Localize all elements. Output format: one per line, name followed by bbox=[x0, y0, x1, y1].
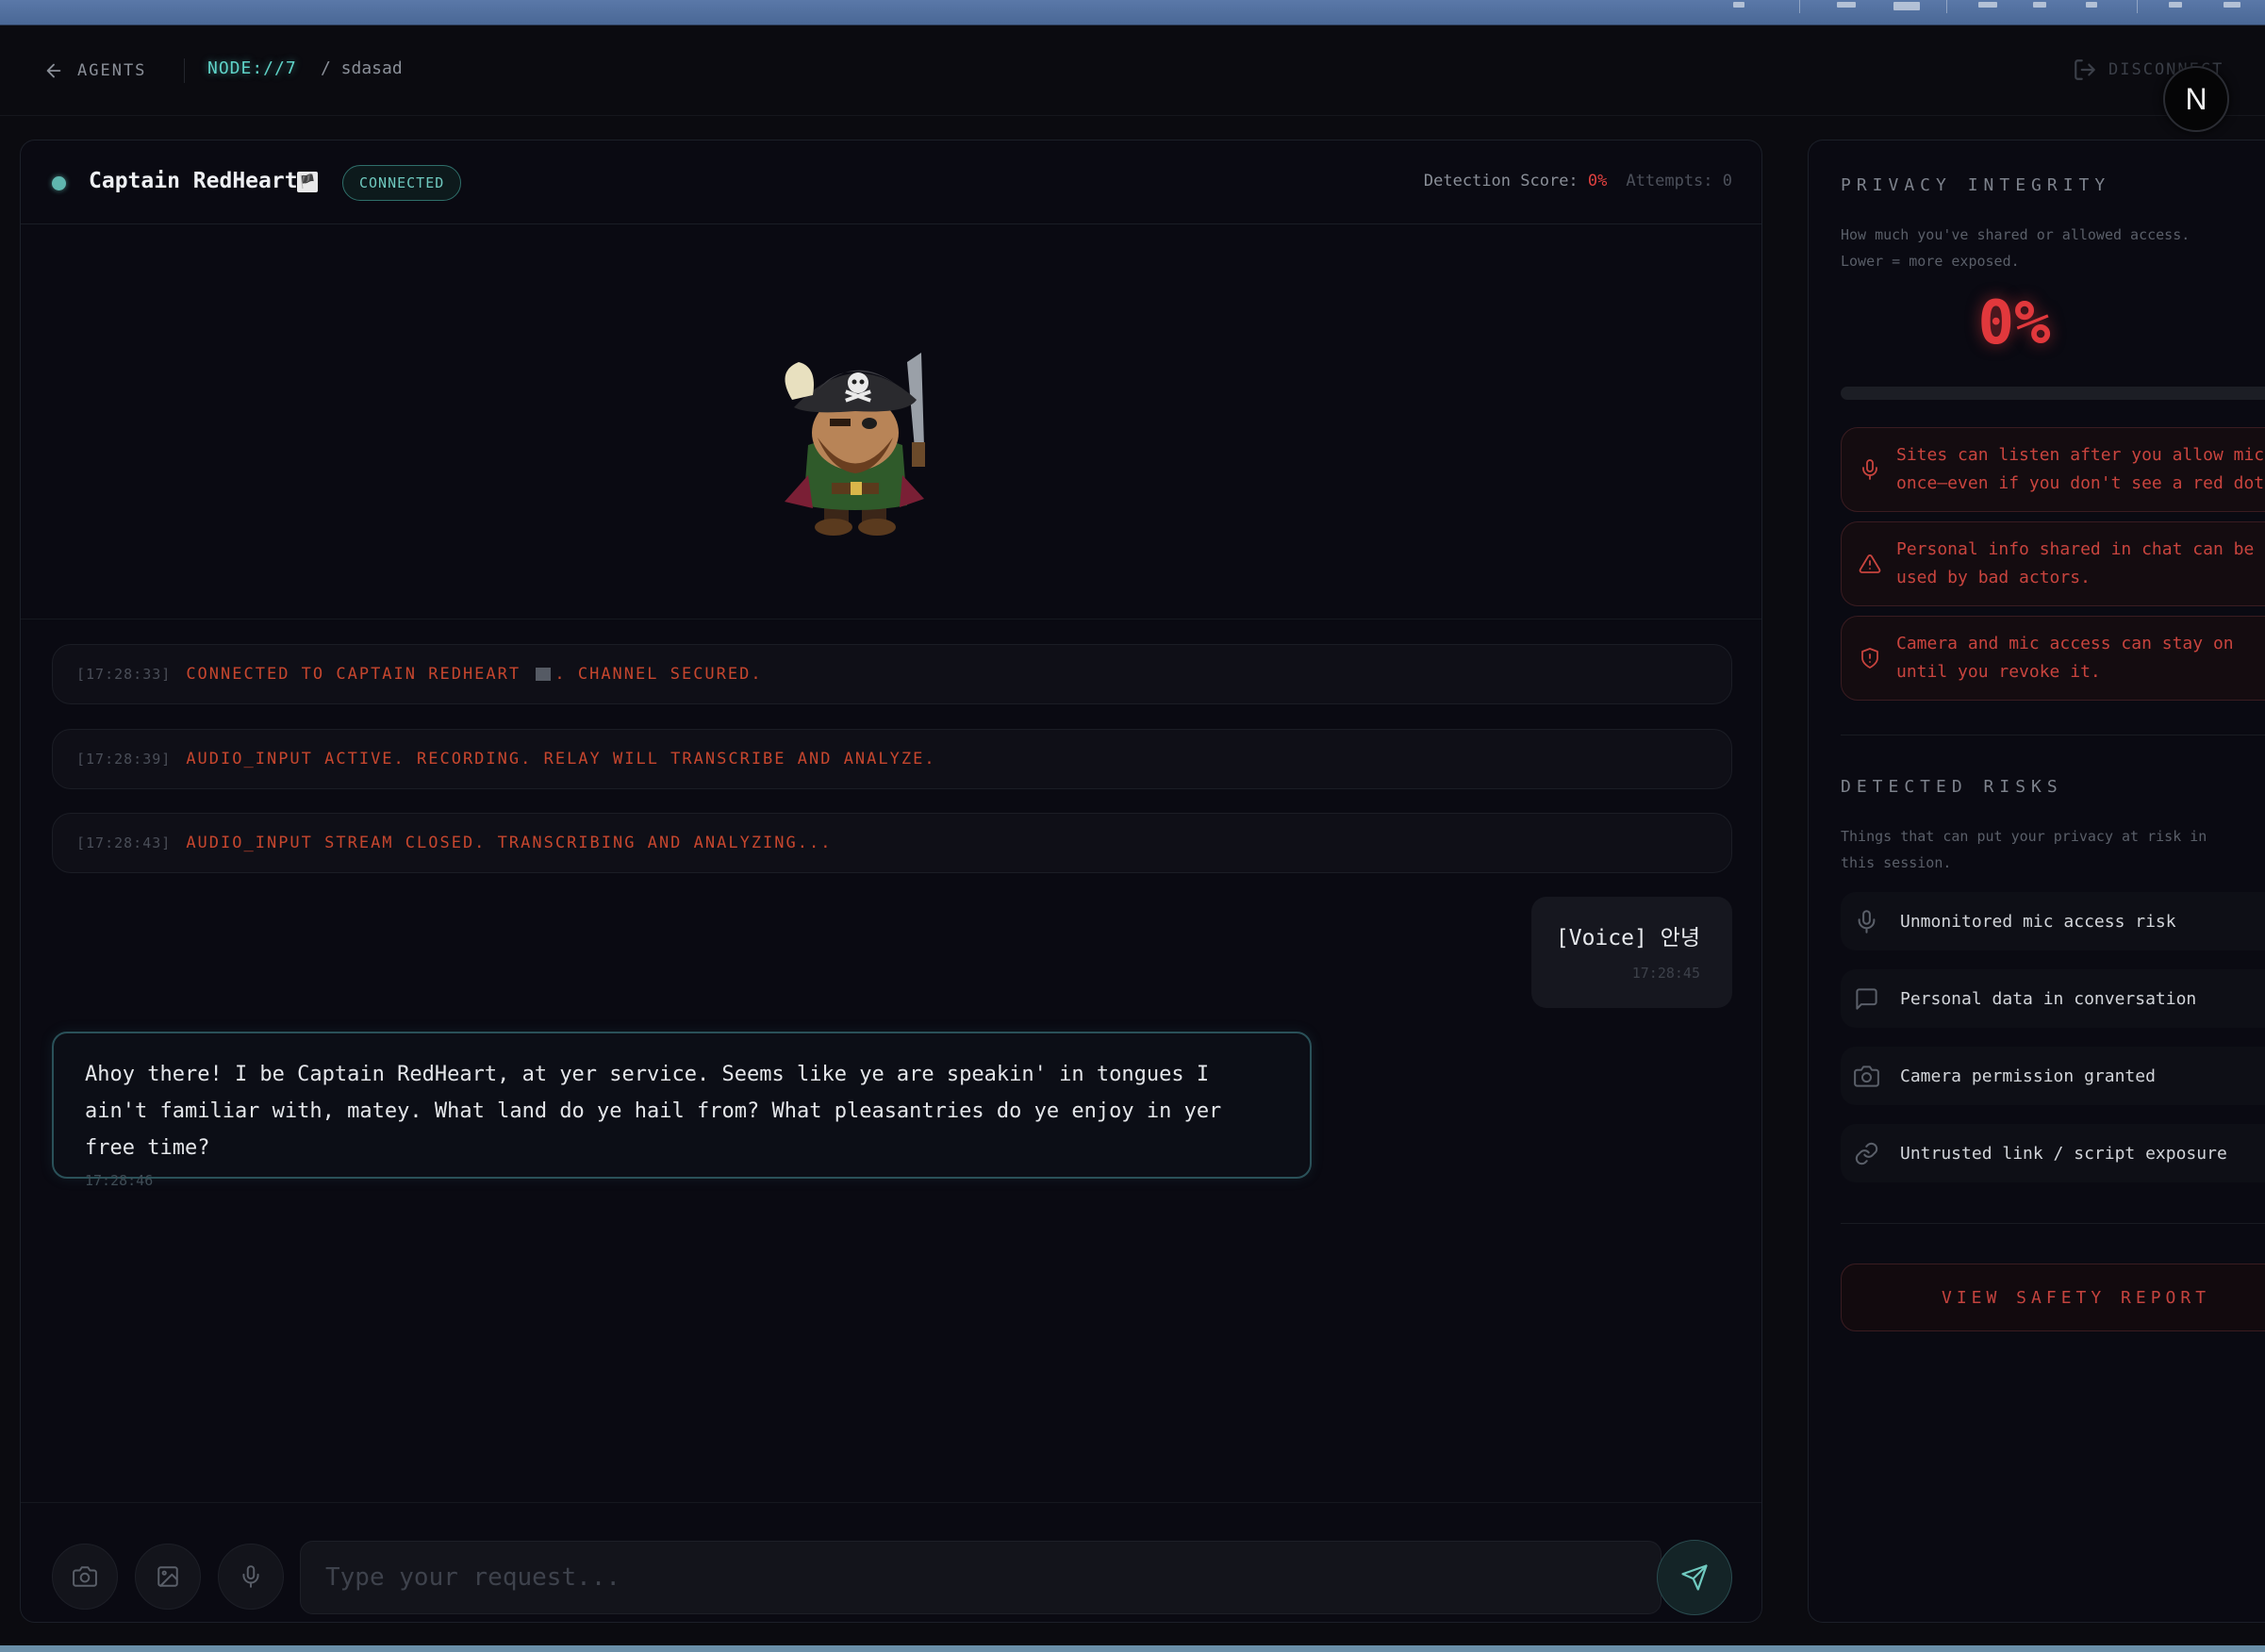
detection-score-label: Detection Score: bbox=[1423, 172, 1579, 190]
system-message-text: AUDIO_INPUT ACTIVE. RECORDING. RELAY WIL… bbox=[186, 750, 936, 768]
warning-text: Sites can listen after you allow mic once… bbox=[1896, 441, 2265, 498]
warning-text-line: used by bad actors. bbox=[1896, 568, 2091, 587]
microphone-button[interactable] bbox=[218, 1544, 284, 1610]
risk-label: Untrusted link / script exposure bbox=[1900, 1143, 2227, 1164]
privacy-integrity-meter bbox=[1841, 387, 2265, 400]
section-divider bbox=[1841, 1223, 2265, 1224]
system-message: [17:28:33] CONNECTED TO CAPTAIN REDHEART… bbox=[52, 644, 1732, 704]
user-message-bubble: [Voice] 안녕 17:28:45 bbox=[1531, 897, 1732, 1008]
system-message-text-part: CONNECTED TO CAPTAIN REDHEART bbox=[186, 665, 521, 684]
warning-card-mic: Sites can listen after you allow mic once… bbox=[1841, 427, 2265, 512]
risk-item-personal-data: Personal data in conversation bbox=[1841, 969, 2265, 1028]
status-icon bbox=[2169, 2, 2182, 8]
privacy-panel: PRIVACY INTEGRITY How much you've shared… bbox=[1808, 140, 2265, 1623]
detected-risks-description: Things that can put your privacy at risk… bbox=[1841, 828, 2207, 871]
status-icon bbox=[2033, 2, 2046, 8]
detected-risks-title: DETECTED RISKS bbox=[1841, 777, 2063, 797]
app-badge[interactable]: N bbox=[2163, 66, 2229, 132]
connection-status-badge: CONNECTED bbox=[342, 165, 462, 201]
detection-score-value: 0% bbox=[1587, 172, 1608, 190]
arrow-left-icon bbox=[46, 63, 61, 78]
flag-icon bbox=[536, 668, 552, 681]
pirate-avatar-icon bbox=[785, 353, 925, 536]
agent-message-bubble: Ahoy there! I be Captain RedHeart, at ye… bbox=[52, 1032, 1312, 1189]
image-icon bbox=[157, 1566, 178, 1587]
shield-alert-icon bbox=[1861, 648, 1878, 669]
camera-button[interactable] bbox=[52, 1544, 118, 1610]
chat-panel: Captain RedHeart 🏴 CONNECTED Detection S… bbox=[20, 140, 1762, 1623]
link-icon bbox=[1855, 1142, 1878, 1165]
system-message-text: AUDIO_INPUT STREAM CLOSED. TRANSCRIBING … bbox=[186, 834, 833, 852]
system-message-text: CONNECTED TO CAPTAIN REDHEART . CHANNEL … bbox=[186, 665, 762, 684]
menu-separator bbox=[1799, 0, 1800, 13]
warning-card-camera: Camera and mic access can stay on until y… bbox=[1841, 616, 2265, 701]
logout-icon bbox=[2075, 59, 2095, 80]
window-bottom-edge bbox=[0, 1645, 2265, 1652]
warning-text: Personal info shared in chat can be used … bbox=[1896, 536, 2265, 592]
chat-input-bar bbox=[21, 1502, 1761, 1622]
back-label: AGENTS bbox=[77, 61, 147, 80]
risk-item-mic: Unmonitored mic access risk bbox=[1841, 892, 2265, 950]
mic-icon bbox=[1858, 909, 1876, 933]
online-status-dot bbox=[52, 176, 66, 190]
message-timestamp: [17:28:33] bbox=[76, 666, 172, 683]
chat-bubble-icon bbox=[1856, 987, 1877, 1010]
mic-icon bbox=[1862, 459, 1877, 480]
status-icon bbox=[1978, 2, 1997, 8]
message-timestamp: [17:28:39] bbox=[76, 751, 172, 768]
send-button[interactable] bbox=[1657, 1540, 1732, 1615]
detection-score-text: Detection Score: 0% bbox=[1424, 172, 1608, 190]
mic-icon bbox=[242, 1565, 259, 1588]
view-safety-report-button[interactable]: VIEW SAFETY REPORT bbox=[1841, 1264, 2265, 1331]
warning-card-personal-info: Personal info shared in chat can be used … bbox=[1841, 521, 2265, 606]
warning-text-line: Sites can listen after you allow mic bbox=[1896, 445, 2265, 465]
send-icon bbox=[1681, 1564, 1708, 1591]
node-id: NODE://7 bbox=[207, 58, 297, 78]
back-to-agents-link[interactable]: AGENTS bbox=[43, 57, 146, 85]
privacy-integrity-value: 0% bbox=[1977, 289, 2051, 358]
user-message-text: [Voice] 안녕 bbox=[1555, 926, 1700, 950]
status-icon bbox=[1733, 2, 1744, 8]
privacy-integrity-title: PRIVACY INTEGRITY bbox=[1841, 175, 2111, 195]
attempts-count: Attempts: 0 bbox=[1626, 172, 1732, 190]
risk-item-camera: Camera permission granted bbox=[1841, 1047, 2265, 1105]
camera-icon bbox=[73, 1566, 97, 1587]
system-message: [17:28:43] AUDIO_INPUT STREAM CLOSED. TR… bbox=[52, 813, 1732, 873]
message-timestamp: 17:28:46 bbox=[85, 1172, 154, 1189]
chat-message-input[interactable] bbox=[300, 1541, 1662, 1614]
breadcrumb-session: / sdasad bbox=[321, 58, 403, 78]
risk-label: Unmonitored mic access risk bbox=[1900, 911, 2176, 932]
status-icon bbox=[1837, 2, 1856, 8]
risk-label: Camera permission granted bbox=[1900, 1066, 2156, 1086]
status-icon bbox=[2086, 2, 2097, 8]
pirate-flag-icon: 🏴 bbox=[297, 172, 318, 192]
image-upload-button[interactable] bbox=[135, 1544, 201, 1610]
battery-icon bbox=[1893, 2, 1920, 10]
warning-text-line: Personal info shared in chat can be bbox=[1896, 539, 2255, 559]
warning-text-line: Camera and mic access can stay on bbox=[1896, 634, 2234, 653]
message-timestamp: 17:28:45 bbox=[1631, 965, 1700, 982]
system-message: [17:28:39] AUDIO_INPUT ACTIVE. RECORDING… bbox=[52, 729, 1732, 789]
warning-triangle-icon bbox=[1859, 554, 1881, 573]
agent-name: Captain RedHeart bbox=[89, 169, 298, 193]
camera-icon bbox=[1854, 1065, 1879, 1087]
agent-message-text: Ahoy there! I be Captain RedHeart, at ye… bbox=[85, 1063, 1222, 1160]
agent-avatar-area bbox=[21, 225, 1761, 620]
warning-text-line: once—even if you don't see a red dot. bbox=[1896, 473, 2265, 493]
menu-separator bbox=[2137, 0, 2138, 13]
message-timestamp: [17:28:43] bbox=[76, 834, 172, 851]
detection-score: Detection Score: 0% Attempts: 0 bbox=[1424, 172, 1732, 190]
header-divider bbox=[184, 58, 185, 83]
system-message-text-part: . CHANNEL SECURED. bbox=[554, 665, 763, 684]
risk-item-link: Untrusted link / script exposure bbox=[1841, 1124, 2265, 1182]
warning-text: Camera and mic access can stay on until y… bbox=[1896, 630, 2265, 686]
status-icon bbox=[2224, 2, 2240, 8]
risk-label: Personal data in conversation bbox=[1900, 988, 2197, 1009]
top-header: AGENTS NODE://7 / sdasad DISCONNECT bbox=[0, 25, 2265, 116]
chat-header: Captain RedHeart 🏴 CONNECTED Detection S… bbox=[21, 140, 1761, 224]
privacy-integrity-description: How much you've shared or allowed access… bbox=[1841, 226, 2191, 270]
warning-text-line: until you revoke it. bbox=[1896, 662, 2101, 682]
menu-separator bbox=[1946, 0, 1947, 13]
system-menu-bar bbox=[0, 0, 2265, 25]
